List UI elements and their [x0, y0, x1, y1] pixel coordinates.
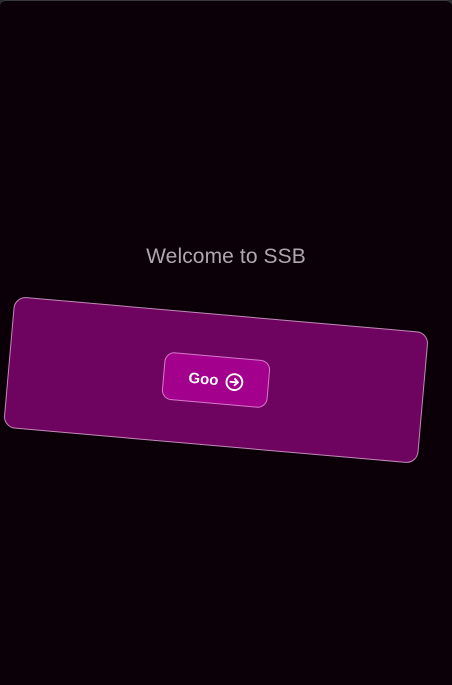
app-window: Welcome to SSB Goo	[0, 0, 452, 685]
arrow-right-circle-icon	[224, 372, 245, 393]
go-button-label: Goo	[187, 369, 220, 389]
go-button[interactable]: Goo	[161, 351, 271, 409]
welcome-heading: Welcome to SSB	[146, 245, 306, 268]
welcome-card: Goo	[3, 296, 429, 464]
